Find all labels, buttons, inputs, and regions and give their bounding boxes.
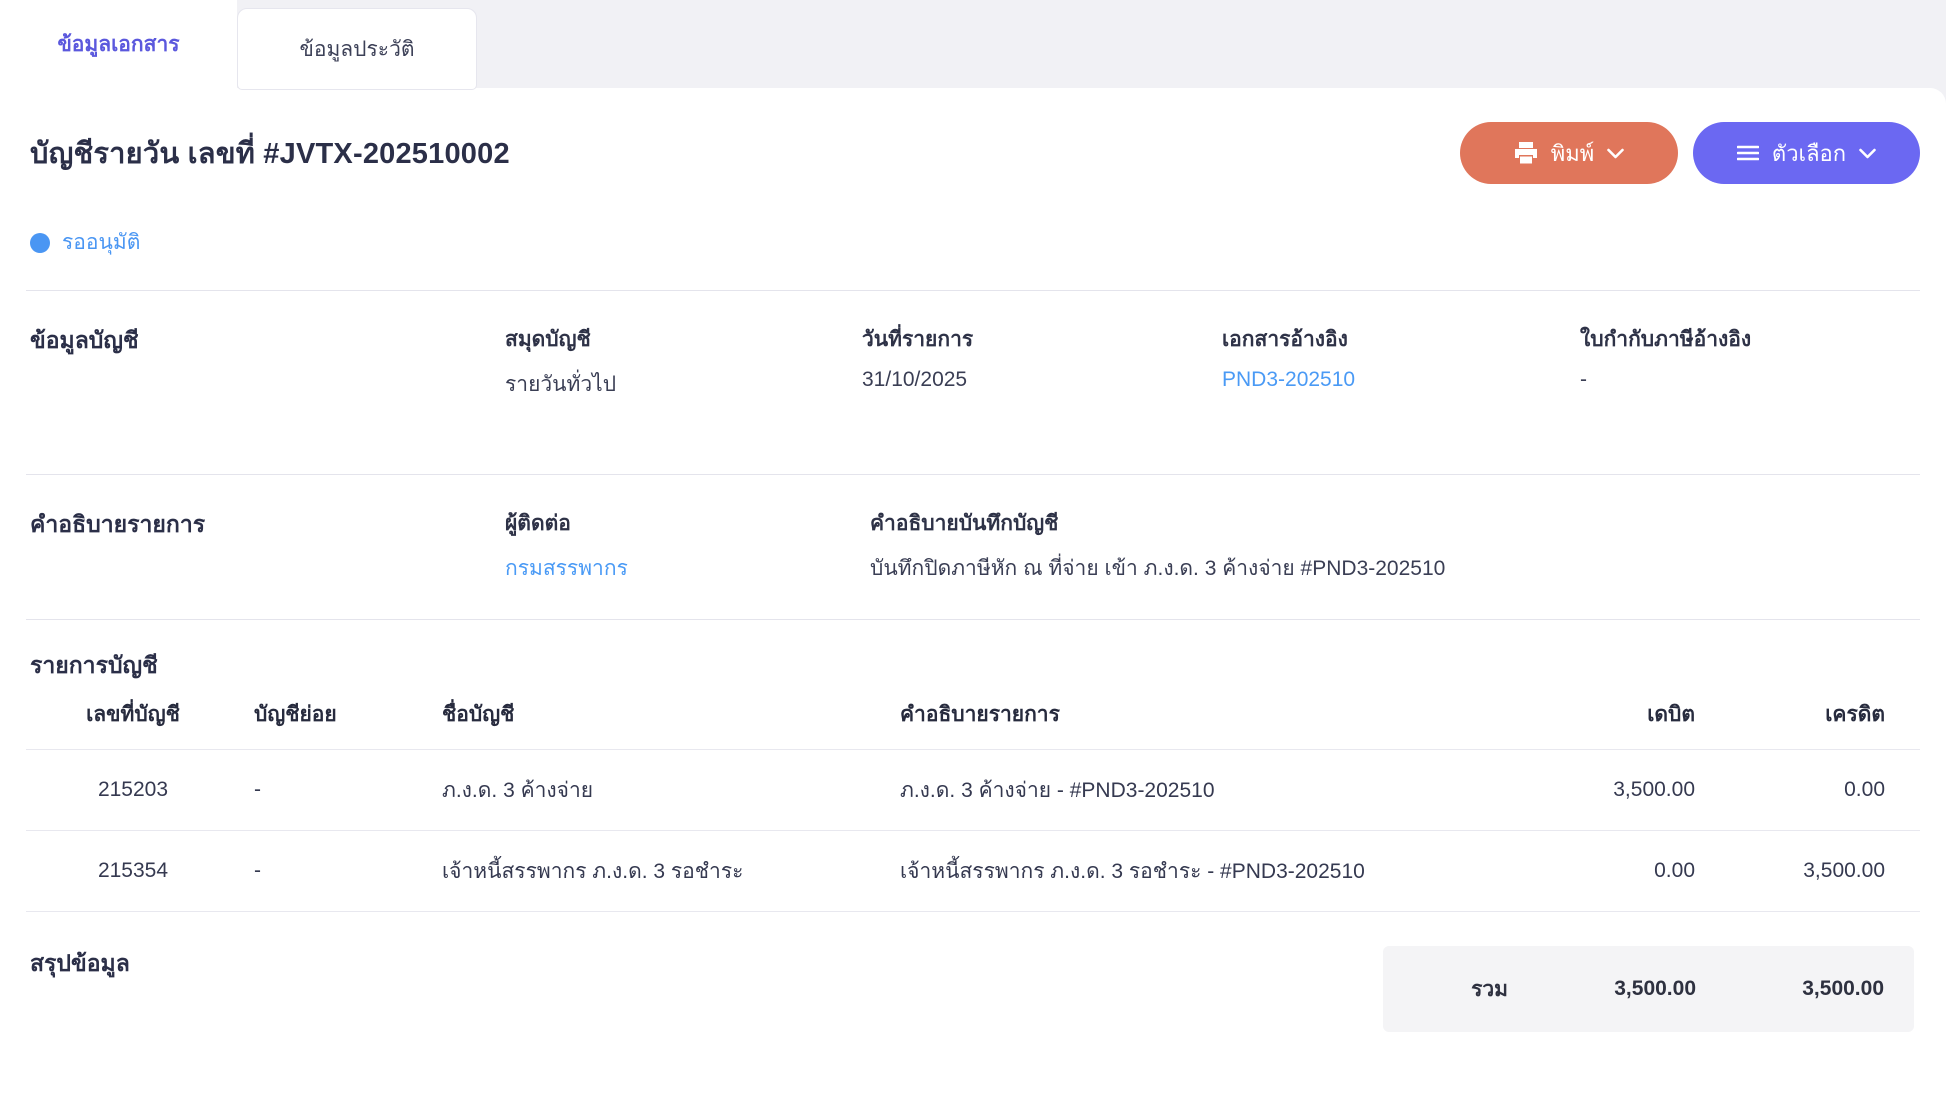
summary-section: สรุปข้อมูล รวม 3,500.00 3,500.00 bbox=[26, 912, 1920, 1032]
column-header-debit: เดบิต bbox=[1515, 698, 1695, 750]
field-journal-book: สมุดบัญชี รายวันทั่วไป bbox=[505, 328, 617, 396]
cell-description: ภ.ง.ด. 3 ค้างจ่าย - #PND3-202510 bbox=[888, 749, 1515, 831]
reference-document-link[interactable]: PND3-202510 bbox=[1222, 368, 1355, 391]
cell-sub-account: - bbox=[240, 830, 428, 912]
cell-debit: 3,500.00 bbox=[1515, 749, 1695, 831]
print-button[interactable]: พิมพ์ bbox=[1460, 122, 1678, 184]
printer-icon bbox=[1514, 142, 1538, 164]
total-debit: 3,500.00 bbox=[1614, 977, 1696, 1000]
cell-debit: 0.00 bbox=[1515, 830, 1695, 912]
column-header-account-name: ชื่อบัญชี bbox=[428, 698, 888, 750]
options-button[interactable]: ตัวเลือก bbox=[1693, 122, 1920, 184]
total-label: รวม bbox=[1471, 977, 1508, 1001]
status-label: รออนุมัติ bbox=[62, 231, 141, 254]
tab-history-info-label: ข้อมูลประวัติ bbox=[299, 37, 415, 61]
field-entry-date: วันที่รายการ 31/10/2025 bbox=[862, 328, 974, 391]
print-button-label: พิมพ์ bbox=[1550, 140, 1595, 166]
header-actions: พิมพ์ ตัวเลือก bbox=[1460, 122, 1920, 184]
tab-history-info[interactable]: ข้อมูลประวัติ bbox=[237, 8, 477, 90]
document-panel: บัญชีรายวัน เลขที่ #JVTX-202510002 พิมพ์ bbox=[0, 88, 1946, 1110]
field-reference-document: เอกสารอ้างอิง PND3-202510 bbox=[1222, 328, 1356, 391]
entries-title: รายการบัญชี bbox=[30, 652, 158, 678]
description-title: คำอธิบายรายการ bbox=[30, 511, 206, 537]
summary-title: สรุปข้อมูล bbox=[30, 950, 130, 976]
cell-account-name: ภ.ง.ด. 3 ค้างจ่าย bbox=[428, 749, 888, 831]
options-button-label: ตัวเลือก bbox=[1771, 140, 1847, 166]
document-header: บัญชีรายวัน เลขที่ #JVTX-202510002 พิมพ์ bbox=[26, 122, 1920, 184]
entries-section: รายการบัญชี เลขที่บัญชี บัญชีย่อย ชื่อบั… bbox=[26, 619, 1920, 912]
cell-account-no: 215203 bbox=[26, 749, 240, 831]
column-header-account-no: เลขที่บัญชี bbox=[26, 698, 240, 750]
account-info-section: ข้อมูลบัญชี สมุดบัญชี รายวันทั่วไป วันที… bbox=[26, 290, 1920, 443]
column-header-sub-account: บัญชีย่อย bbox=[240, 698, 428, 750]
status-dot-icon bbox=[30, 232, 50, 253]
chevron-down-icon bbox=[1859, 148, 1876, 159]
summary-totals: รวม 3,500.00 3,500.00 bbox=[1383, 946, 1914, 1032]
contact-link[interactable]: กรมสรรพากร bbox=[505, 557, 628, 580]
page-title: บัญชีรายวัน เลขที่ #JVTX-202510002 bbox=[30, 138, 510, 170]
tabbar: ข้อมูลเอกสาร ข้อมูลประวัติ bbox=[0, 0, 1946, 90]
cell-account-no: 215354 bbox=[26, 830, 240, 912]
account-info-title: ข้อมูลบัญชี bbox=[30, 327, 139, 353]
chevron-down-icon bbox=[1607, 148, 1625, 159]
cell-description: เจ้าหนี้สรรพากร ภ.ง.ด. 3 รอชำระ - #PND3-… bbox=[888, 830, 1515, 912]
table-row: 215354 - เจ้าหนี้สรรพากร ภ.ง.ด. 3 รอชำระ… bbox=[26, 830, 1920, 912]
column-header-credit: เครดิต bbox=[1695, 698, 1920, 750]
status-badge: รออนุมัติ bbox=[30, 226, 1920, 259]
field-contact: ผู้ติดต่อ กรมสรรพากร bbox=[505, 512, 628, 580]
table-row: 215203 - ภ.ง.ด. 3 ค้างจ่าย ภ.ง.ด. 3 ค้าง… bbox=[26, 749, 1920, 831]
cell-credit: 0.00 bbox=[1695, 749, 1920, 831]
description-section: คำอธิบายรายการ ผู้ติดต่อ กรมสรรพากร คำอธ… bbox=[26, 474, 1920, 619]
menu-icon bbox=[1736, 145, 1759, 161]
field-tax-invoice-reference: ใบกำกับภาษีอ้างอิง - bbox=[1580, 328, 1752, 391]
entries-table: เลขที่บัญชี บัญชีย่อย ชื่อบัญชี คำอธิบาย… bbox=[26, 698, 1920, 912]
tab-document-info[interactable]: ข้อมูลเอกสาร bbox=[0, 0, 237, 89]
tab-document-info-label: ข้อมูลเอกสาร bbox=[57, 33, 180, 56]
cell-credit: 3,500.00 bbox=[1695, 830, 1920, 912]
column-header-description: คำอธิบายรายการ bbox=[888, 698, 1515, 750]
cell-account-name: เจ้าหนี้สรรพากร ภ.ง.ด. 3 รอชำระ bbox=[428, 830, 888, 912]
entries-header-row: เลขที่บัญชี บัญชีย่อย ชื่อบัญชี คำอธิบาย… bbox=[26, 698, 1920, 750]
cell-sub-account: - bbox=[240, 749, 428, 831]
total-credit: 3,500.00 bbox=[1802, 977, 1884, 1000]
field-journal-description: คำอธิบายบันทึกบัญชี บันทึกปิดภาษีหัก ณ ท… bbox=[870, 512, 1446, 580]
